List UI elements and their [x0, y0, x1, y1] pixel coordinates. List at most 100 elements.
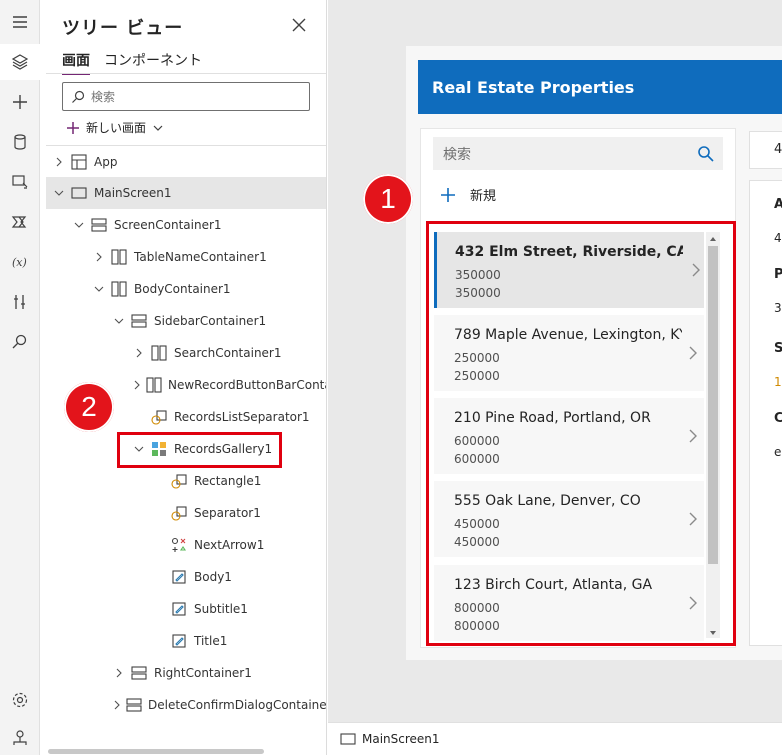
- icon-control-icon: [170, 537, 188, 553]
- horizontal-container-icon: [110, 249, 128, 265]
- chevron-right-icon[interactable]: [132, 346, 146, 360]
- new-record-button[interactable]: 新規: [440, 185, 496, 204]
- data-database-icon[interactable]: [0, 124, 40, 160]
- tree-node-label: Title1: [194, 634, 228, 648]
- chevron-right-icon[interactable]: [132, 378, 142, 392]
- tree-node-rectangle[interactable]: Rectangle1: [46, 465, 326, 497]
- app-grid-icon: [70, 153, 88, 170]
- chevron-right-icon[interactable]: [92, 250, 106, 264]
- shape-icon: [150, 409, 168, 425]
- gallery-highlight: [426, 221, 736, 646]
- app-search-placeholder: 検索: [443, 146, 471, 163]
- gallery-node-highlight: [117, 432, 282, 468]
- vertical-container-icon: [130, 313, 148, 329]
- chevron-down-icon[interactable]: [52, 186, 66, 200]
- tree-node-body[interactable]: Body1: [46, 561, 326, 593]
- chevron-right-icon[interactable]: [112, 698, 122, 712]
- status-bar: MainScreen1: [328, 722, 782, 755]
- tree-node-label: Subtitle1: [194, 602, 248, 616]
- tree-node-label: SearchContainer1: [174, 346, 282, 360]
- chevron-down-icon[interactable]: [92, 282, 106, 296]
- power-automate-icon[interactable]: [0, 204, 40, 240]
- hamburger-menu-icon[interactable]: [0, 4, 40, 40]
- tree-node-label: Body1: [194, 570, 232, 584]
- tree-node-label: MainScreen1: [94, 186, 172, 200]
- tree-node-screencontainer[interactable]: ScreenContainer1: [46, 209, 326, 241]
- right-top-value: 4: [774, 142, 782, 157]
- tab-components[interactable]: コンポーネント: [104, 50, 202, 75]
- screen-icon: [340, 733, 356, 745]
- app-search-box[interactable]: 検索: [433, 137, 723, 170]
- right-label: C: [774, 411, 782, 426]
- settings-gear-icon[interactable]: [0, 682, 40, 718]
- right-label: S: [774, 341, 782, 356]
- tree-tabs: 画面 コンポーネント: [62, 50, 202, 75]
- insert-plus-icon[interactable]: [0, 84, 40, 120]
- tree-horizontal-scrollbar[interactable]: [48, 749, 264, 754]
- new-screen-button[interactable]: 新しい画面: [66, 119, 164, 136]
- app-header-title: Real Estate Properties: [432, 77, 635, 97]
- chevron-down-icon: [153, 125, 163, 131]
- tree-search-input[interactable]: [91, 89, 291, 104]
- svg-text:(x): (x): [12, 256, 27, 269]
- advanced-tools-icon[interactable]: [0, 284, 40, 320]
- tab-screens[interactable]: 画面: [62, 50, 90, 75]
- tree-view-panel: ツリー ビュー 画面 コンポーネント 新しい画面 App MainScreen1…: [46, 0, 327, 755]
- left-icon-rail: (x): [0, 0, 40, 755]
- annotation-badge-2: 2: [64, 382, 114, 432]
- tree-node-label: TableNameContainer1: [134, 250, 267, 264]
- screen-icon: [70, 185, 88, 201]
- right-top-field: 4: [749, 131, 782, 169]
- tree-node-label: NewRecordButtonBarContainer1: [168, 378, 326, 392]
- right-value: 4: [774, 231, 782, 245]
- chevron-right-icon[interactable]: [52, 155, 66, 169]
- text-label-icon: [170, 569, 188, 585]
- media-icon[interactable]: [0, 164, 40, 200]
- right-label: P: [774, 267, 782, 282]
- tree-node-label: DeleteConfirmDialogContainer1: [148, 698, 327, 712]
- vertical-container-icon: [126, 697, 142, 713]
- right-value: e: [774, 445, 782, 459]
- tree-node-label: BodyContainer1: [134, 282, 231, 296]
- plus-icon: [67, 121, 79, 134]
- new-record-label: 新規: [470, 189, 497, 204]
- tree-view-layers-icon[interactable]: [0, 44, 40, 80]
- virtual-agent-icon[interactable]: [0, 720, 40, 755]
- chevron-down-icon[interactable]: [72, 218, 86, 232]
- tree-node-deletedialog[interactable]: DeleteConfirmDialogContainer1: [46, 689, 327, 721]
- app-header: Real Estate Properties: [418, 60, 782, 114]
- tree-node-app[interactable]: App: [46, 145, 326, 177]
- right-detail-panel: A 4 P 3 S 1 C e: [749, 180, 782, 646]
- search-icon[interactable]: [0, 324, 40, 360]
- chevron-right-icon[interactable]: [112, 666, 126, 680]
- horizontal-container-icon: [150, 345, 168, 361]
- variables-icon[interactable]: (x): [0, 244, 40, 280]
- tree-node-separator[interactable]: Separator1: [46, 497, 326, 529]
- new-screen-label: 新しい画面: [86, 121, 147, 135]
- tree-node-rightcontainer[interactable]: RightContainer1: [46, 657, 326, 689]
- tree-node-sidebarcontainer[interactable]: SidebarContainer1: [46, 305, 326, 337]
- tree-node-label: Rectangle1: [194, 474, 262, 488]
- search-icon: [698, 145, 714, 162]
- plus-icon: [441, 187, 455, 202]
- right-label: A: [774, 197, 782, 212]
- tree-search-box: [62, 82, 310, 111]
- tree-node-label: SidebarContainer1: [154, 314, 267, 328]
- tree-view-title: ツリー ビュー: [62, 18, 184, 39]
- vertical-container-icon: [90, 217, 108, 233]
- status-screen-name[interactable]: MainScreen1: [362, 732, 440, 746]
- text-label-icon: [170, 633, 188, 649]
- tree-node-bodycontainer[interactable]: BodyContainer1: [46, 273, 326, 305]
- horizontal-container-icon: [146, 377, 162, 393]
- tabs-divider: [46, 73, 326, 74]
- annotation-badge-1: 1: [363, 174, 413, 224]
- tree-node-tablenamecontainer[interactable]: TableNameContainer1: [46, 241, 326, 273]
- tree-node-mainscreen[interactable]: MainScreen1: [46, 177, 326, 209]
- tree-node-searchcontainer[interactable]: SearchContainer1: [46, 337, 326, 369]
- tree-node-title[interactable]: Title1: [46, 625, 326, 657]
- chevron-down-icon[interactable]: [112, 314, 126, 328]
- tree-node-nextarrow[interactable]: NextArrow1: [46, 529, 326, 561]
- tree-node-label: RecordsListSeparator1: [174, 410, 310, 424]
- tree-node-subtitle[interactable]: Subtitle1: [46, 593, 326, 625]
- close-icon[interactable]: [290, 16, 308, 34]
